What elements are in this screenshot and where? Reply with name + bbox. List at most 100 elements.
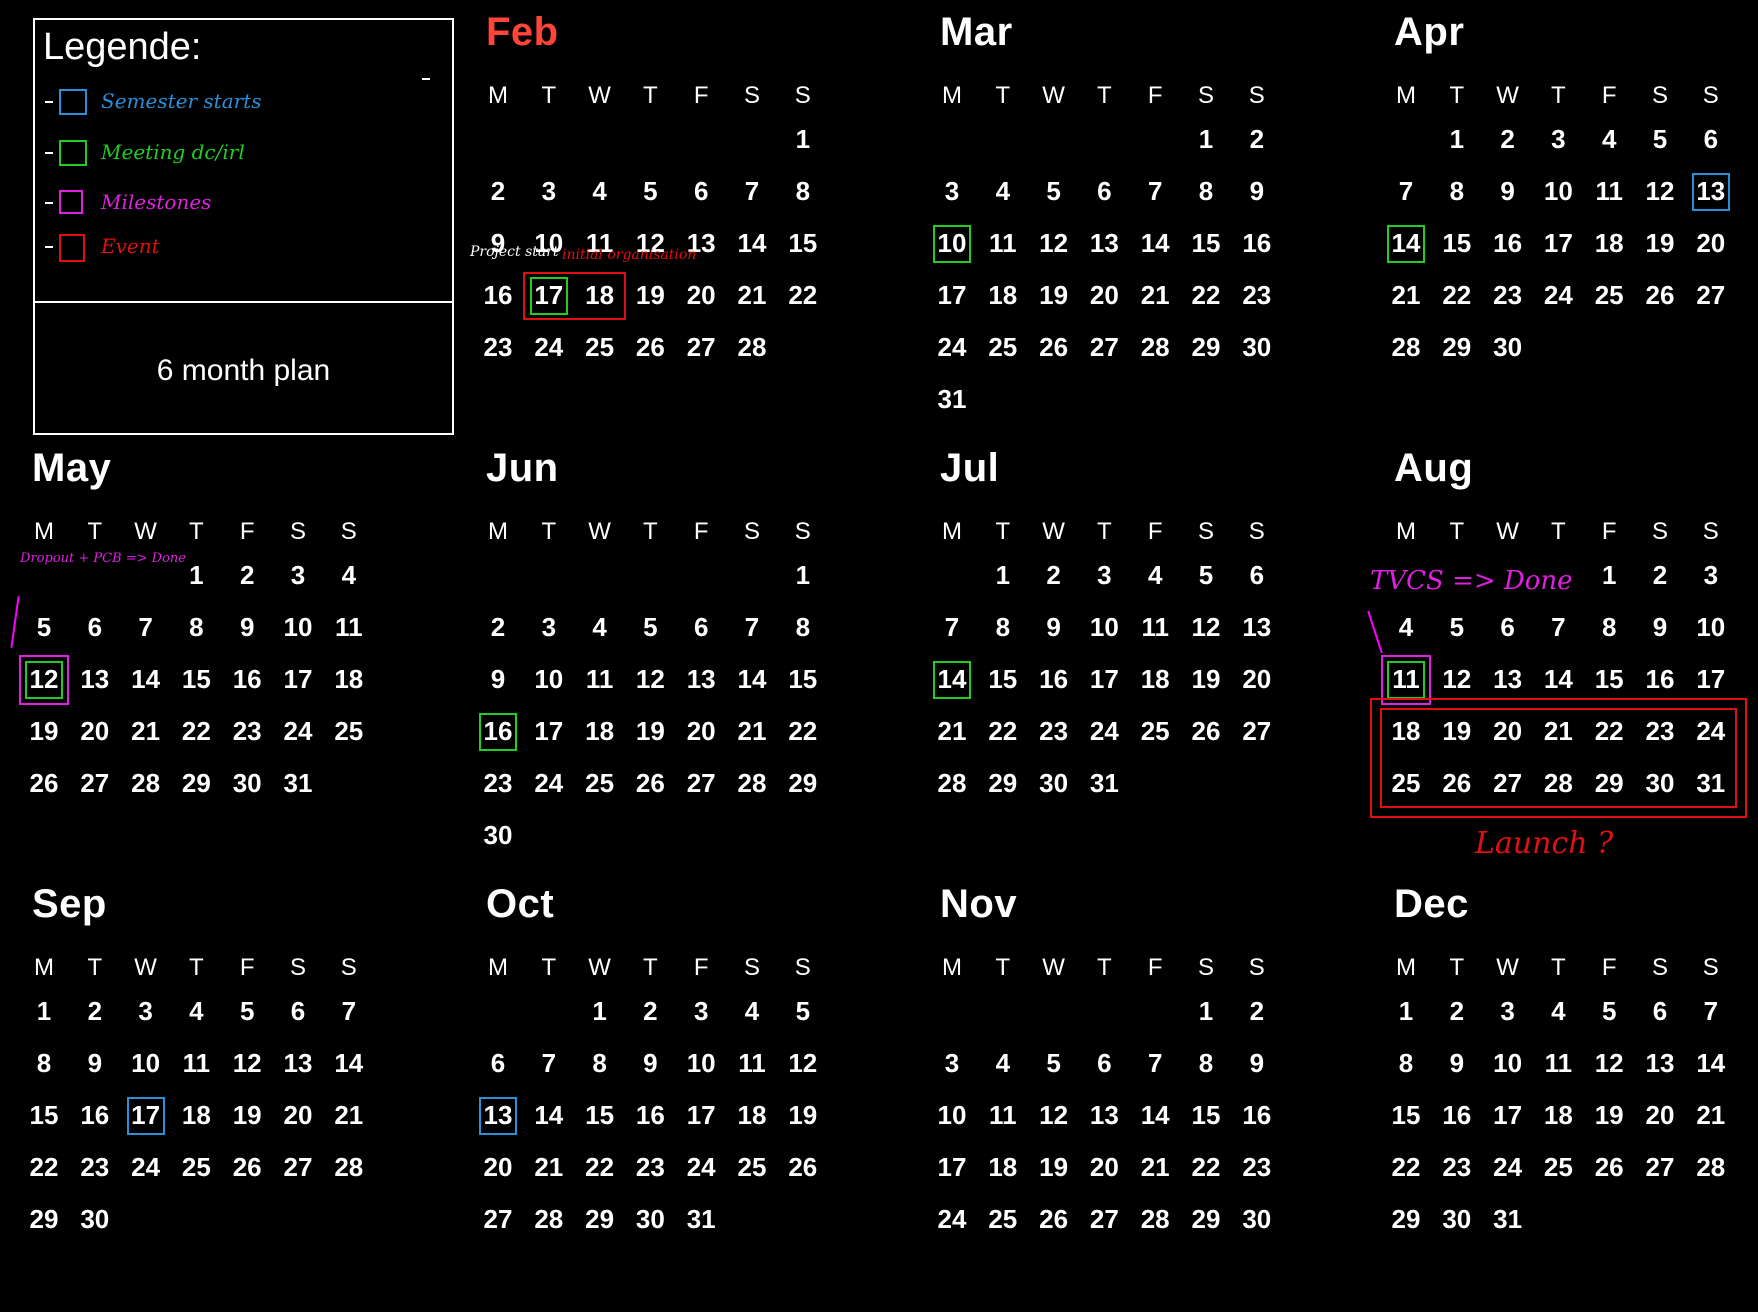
day-cell[interactable]: 1 bbox=[1181, 124, 1231, 155]
day-cell[interactable]: 3 bbox=[927, 1048, 977, 1079]
day-cell[interactable]: 24 bbox=[524, 332, 574, 363]
day-cell[interactable]: 22 bbox=[1181, 280, 1231, 311]
day-cell[interactable]: 8 bbox=[1381, 1048, 1431, 1079]
day-cell[interactable]: 6 bbox=[70, 612, 120, 643]
day-cell[interactable]: 13 bbox=[1635, 1048, 1685, 1079]
day-cell[interactable]: 30 bbox=[222, 768, 272, 799]
day-cell[interactable]: 27 bbox=[1635, 1152, 1685, 1183]
day-cell[interactable]: 14 bbox=[1533, 664, 1583, 695]
day-cell[interactable]: 10 bbox=[524, 664, 574, 695]
day-cell[interactable]: 24 bbox=[927, 332, 977, 363]
day-cell[interactable]: 19 bbox=[19, 716, 69, 747]
day-cell[interactable]: 12 bbox=[1432, 664, 1482, 695]
day-cell[interactable]: 26 bbox=[1029, 332, 1079, 363]
day-cell[interactable]: 30 bbox=[625, 1204, 675, 1235]
day-cell[interactable]: 17 bbox=[927, 1152, 977, 1183]
day-cell[interactable]: 4 bbox=[171, 996, 221, 1027]
day-cell[interactable]: 3 bbox=[676, 996, 726, 1027]
day-cell[interactable]: 29 bbox=[171, 768, 221, 799]
day-cell[interactable]: 8 bbox=[978, 612, 1028, 643]
day-cell[interactable]: 11 bbox=[1533, 1048, 1583, 1079]
day-cell[interactable]: 23 bbox=[1232, 280, 1282, 311]
day-cell[interactable]: 18 bbox=[1130, 664, 1180, 695]
day-cell[interactable]: 11 bbox=[171, 1048, 221, 1079]
day-cell[interactable]: 1 bbox=[778, 560, 828, 591]
day-cell[interactable]: 21 bbox=[121, 716, 171, 747]
day-cell[interactable]: 4 bbox=[978, 176, 1028, 207]
day-cell[interactable]: 4 bbox=[1584, 124, 1634, 155]
day-cell[interactable]: 27 bbox=[676, 332, 726, 363]
day-cell[interactable]: 25 bbox=[1130, 716, 1180, 747]
day-cell[interactable]: 15 bbox=[171, 664, 221, 695]
day-cell[interactable]: 5 bbox=[1029, 176, 1079, 207]
day-cell[interactable]: 5 bbox=[625, 176, 675, 207]
day-cell[interactable]: 7 bbox=[1381, 176, 1431, 207]
day-cell[interactable]: 11 bbox=[575, 664, 625, 695]
day-cell[interactable]: 27 bbox=[1079, 332, 1129, 363]
day-cell[interactable]: 18 bbox=[575, 716, 625, 747]
day-cell[interactable]: 6 bbox=[273, 996, 323, 1027]
day-cell[interactable]: 16 bbox=[1029, 664, 1079, 695]
day-cell[interactable]: 27 bbox=[1232, 716, 1282, 747]
day-cell[interactable]: 23 bbox=[473, 768, 523, 799]
day-cell[interactable]: 14 bbox=[324, 1048, 374, 1079]
day-cell[interactable]: 2 bbox=[1432, 996, 1482, 1027]
day-cell[interactable]: 20 bbox=[1232, 664, 1282, 695]
day-cell[interactable]: 26 bbox=[222, 1152, 272, 1183]
day-cell[interactable]: 30 bbox=[1232, 1204, 1282, 1235]
day-cell[interactable]: 23 bbox=[1232, 1152, 1282, 1183]
day-cell[interactable]: 24 bbox=[927, 1204, 977, 1235]
day-cell[interactable]: 23 bbox=[70, 1152, 120, 1183]
day-cell[interactable]: 25 bbox=[575, 768, 625, 799]
day-cell[interactable]: 19 bbox=[222, 1100, 272, 1131]
day-cell[interactable]: 3 bbox=[524, 612, 574, 643]
day-cell[interactable]: 16 bbox=[473, 280, 523, 311]
day-cell[interactable]: 7 bbox=[324, 996, 374, 1027]
day-cell[interactable]: 27 bbox=[676, 768, 726, 799]
day-cell[interactable]: 29 bbox=[778, 768, 828, 799]
day-cell[interactable]: 25 bbox=[171, 1152, 221, 1183]
day-cell[interactable]: 31 bbox=[1079, 768, 1129, 799]
day-cell[interactable]: 28 bbox=[121, 768, 171, 799]
day-cell[interactable]: 12 bbox=[1584, 1048, 1634, 1079]
day-cell[interactable]: 27 bbox=[70, 768, 120, 799]
day-cell[interactable]: 9 bbox=[70, 1048, 120, 1079]
day-cell[interactable]: 22 bbox=[778, 280, 828, 311]
day-cell[interactable]: 31 bbox=[1483, 1204, 1533, 1235]
day-cell[interactable]: 7 bbox=[524, 1048, 574, 1079]
day-cell[interactable]: 14 bbox=[1130, 1100, 1180, 1131]
day-cell[interactable]: 6 bbox=[1232, 560, 1282, 591]
day-cell[interactable]: 6 bbox=[1686, 124, 1736, 155]
day-cell[interactable]: 21 bbox=[727, 716, 777, 747]
day-cell[interactable]: 9 bbox=[1232, 176, 1282, 207]
day-cell[interactable]: 30 bbox=[473, 820, 523, 851]
day-cell[interactable]: 6 bbox=[1483, 612, 1533, 643]
day-cell[interactable]: 13 bbox=[676, 664, 726, 695]
day-cell[interactable]: 6 bbox=[676, 612, 726, 643]
day-cell[interactable]: 16 bbox=[70, 1100, 120, 1131]
day-cell[interactable]: 24 bbox=[524, 768, 574, 799]
day-cell[interactable]: 27 bbox=[473, 1204, 523, 1235]
day-cell[interactable]: 16 bbox=[625, 1100, 675, 1131]
day-cell[interactable]: 9 bbox=[222, 612, 272, 643]
day-cell[interactable]: 20 bbox=[1079, 1152, 1129, 1183]
day-cell[interactable]: 30 bbox=[1432, 1204, 1482, 1235]
day-cell[interactable]: 18 bbox=[978, 280, 1028, 311]
day-cell[interactable]: 22 bbox=[19, 1152, 69, 1183]
day-cell[interactable]: 16 bbox=[222, 664, 272, 695]
day-cell[interactable]: 22 bbox=[978, 716, 1028, 747]
day-cell[interactable]: 20 bbox=[1686, 228, 1736, 259]
day-cell[interactable]: 25 bbox=[575, 332, 625, 363]
day-cell[interactable]: 15 bbox=[1381, 1100, 1431, 1131]
day-cell[interactable]: 8 bbox=[1432, 176, 1482, 207]
day-cell[interactable]: 17 bbox=[1483, 1100, 1533, 1131]
day-cell[interactable]: 21 bbox=[524, 1152, 574, 1183]
day-cell[interactable]: 26 bbox=[625, 768, 675, 799]
day-cell[interactable]: 20 bbox=[273, 1100, 323, 1131]
day-cell[interactable]: 25 bbox=[1533, 1152, 1583, 1183]
day-cell[interactable]: 21 bbox=[324, 1100, 374, 1131]
day-cell[interactable]: 10 bbox=[927, 1100, 977, 1131]
day-cell[interactable]: 28 bbox=[727, 768, 777, 799]
day-cell[interactable]: 18 bbox=[171, 1100, 221, 1131]
day-cell[interactable]: 26 bbox=[19, 768, 69, 799]
